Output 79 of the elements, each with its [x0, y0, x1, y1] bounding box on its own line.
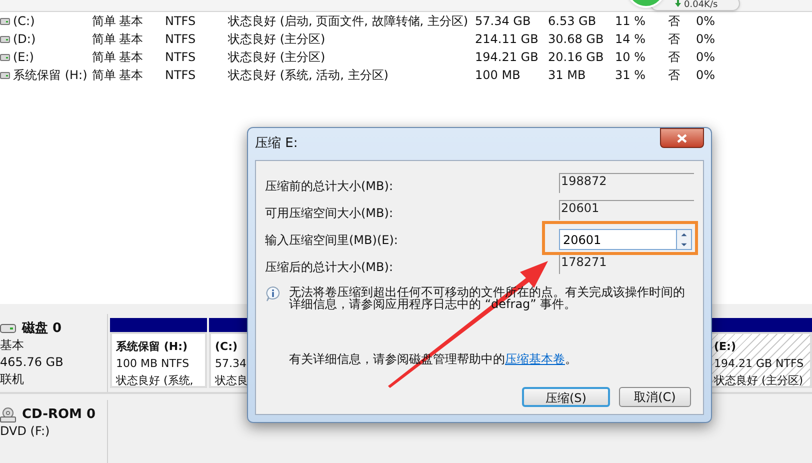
table-cell-text: 0%	[696, 49, 716, 66]
partition-block[interactable]: 系统保留 (H:) 100 MB NTFS 状态良好 (系统,	[110, 332, 207, 388]
table-cell-text: 系统保留 (H:)	[13, 67, 88, 84]
table-cell-text: 11 %	[615, 13, 646, 30]
table-cell-text: NTFS	[165, 49, 196, 66]
partition-info: 194.21 GB NTFS	[714, 356, 804, 372]
table-cell-text: (E:)	[13, 49, 34, 66]
partition-info: 状态良好 (系统,	[116, 373, 194, 386]
cd-drive-icon	[0, 406, 16, 422]
table-cell-text: 6.53 GB	[548, 13, 596, 30]
info-icon	[265, 286, 281, 302]
table-cell-text: 否	[668, 49, 680, 66]
table-cell-text: 基本	[119, 67, 143, 84]
table-cell-text: 214.11 GB	[475, 31, 538, 48]
disk-info: 联机	[0, 371, 25, 388]
table-cell-text: 否	[668, 67, 680, 84]
table-cell-text: 31 MB	[548, 67, 586, 84]
close-icon	[677, 134, 687, 142]
value-field: 20601	[559, 200, 694, 220]
close-button[interactable]	[660, 128, 704, 148]
table-cell-text: (C:)	[13, 13, 35, 30]
dialog-button[interactable]: 压缩(S)	[522, 387, 610, 407]
disk-name: 磁盘 0	[22, 320, 62, 337]
table-cell-text: 状态良好 (系统, 活动, 主分区)	[228, 67, 388, 84]
drive-icon	[0, 72, 10, 78]
table-cell-text: 14 %	[615, 31, 646, 48]
table-cell-text: 10 %	[615, 49, 646, 66]
partition-info: 状态良	[215, 373, 248, 386]
table-cell-text: 否	[668, 31, 680, 48]
dialog-button[interactable]: 取消(C)	[619, 387, 691, 407]
spin-field[interactable]: 20601	[559, 229, 677, 250]
table-cell-text: 否	[668, 13, 680, 30]
help-text-suffix: 。	[565, 352, 577, 366]
table-cell-text: 简单	[92, 49, 116, 66]
table-cell-text: 0%	[696, 67, 716, 84]
down-arrow-icon	[675, 0, 681, 7]
disk-info: 465.76 GB	[0, 354, 64, 371]
value-field: 178271	[559, 254, 694, 274]
value-field: 198872	[559, 172, 694, 192]
table-cell-text: 简单	[92, 67, 116, 84]
table-cell-text: 简单	[92, 31, 116, 48]
table-cell-text: 基本	[119, 31, 143, 48]
table-cell-text: 0%	[696, 31, 716, 48]
dialog-title: 压缩 E:	[255, 135, 298, 154]
field-label: 输入压缩空间里(MB)(E):	[265, 232, 398, 248]
network-speed: 0.04K/s	[684, 0, 718, 10]
partition-info: 100 MB NTFS	[116, 356, 190, 372]
field-label: 压缩后的总计大小(MB):	[265, 258, 393, 276]
drive-icon	[0, 36, 10, 42]
table-cell-text: 状态良好 (主分区)	[228, 31, 326, 48]
help-link[interactable]: 压缩基本卷	[505, 352, 565, 366]
drive-icon	[0, 18, 10, 24]
partition-title: (E:)	[714, 339, 736, 355]
table-cell-text: NTFS	[165, 31, 196, 48]
table-cell-text: 31 %	[615, 67, 646, 84]
table-cell-text: 状态良好 (启动, 页面文件, 故障转储, 主分区)	[228, 13, 468, 30]
disk-info: 基本	[0, 337, 25, 354]
drive-icon	[0, 54, 10, 60]
partition-info: 状态良好 (主分区)	[714, 373, 804, 386]
table-cell-text: 基本	[119, 13, 143, 30]
table-cell-text: NTFS	[165, 13, 196, 30]
partition-title: 系统保留 (H:)	[116, 339, 188, 355]
table-cell-text: 20.16 GB	[548, 49, 604, 66]
table-cell-text: 30.68 GB	[548, 31, 604, 48]
table-cell-text: 100 MB	[475, 67, 520, 84]
table-cell-text: 194.21 GB	[475, 49, 538, 66]
table-cell-text: 0%	[696, 13, 716, 30]
partition-info: 57.34	[215, 356, 246, 372]
field-label: 可用压缩空间大小(MB):	[265, 204, 393, 222]
disk-name: CD-ROM 0	[22, 406, 96, 423]
partition-title: (C:)	[215, 339, 238, 355]
table-cell-text: 57.34 GB	[475, 13, 531, 30]
disk-info: DVD (F:)	[0, 423, 51, 440]
table-cell-text: 状态良好 (主分区)	[228, 49, 326, 66]
table-cell-text: 简单	[92, 13, 116, 30]
field-label: 压缩前的总计大小(MB):	[265, 178, 393, 194]
table-cell-text: NTFS	[165, 67, 196, 84]
table-cell-text: 基本	[119, 49, 143, 66]
table-cell-text: (D:)	[13, 31, 36, 48]
